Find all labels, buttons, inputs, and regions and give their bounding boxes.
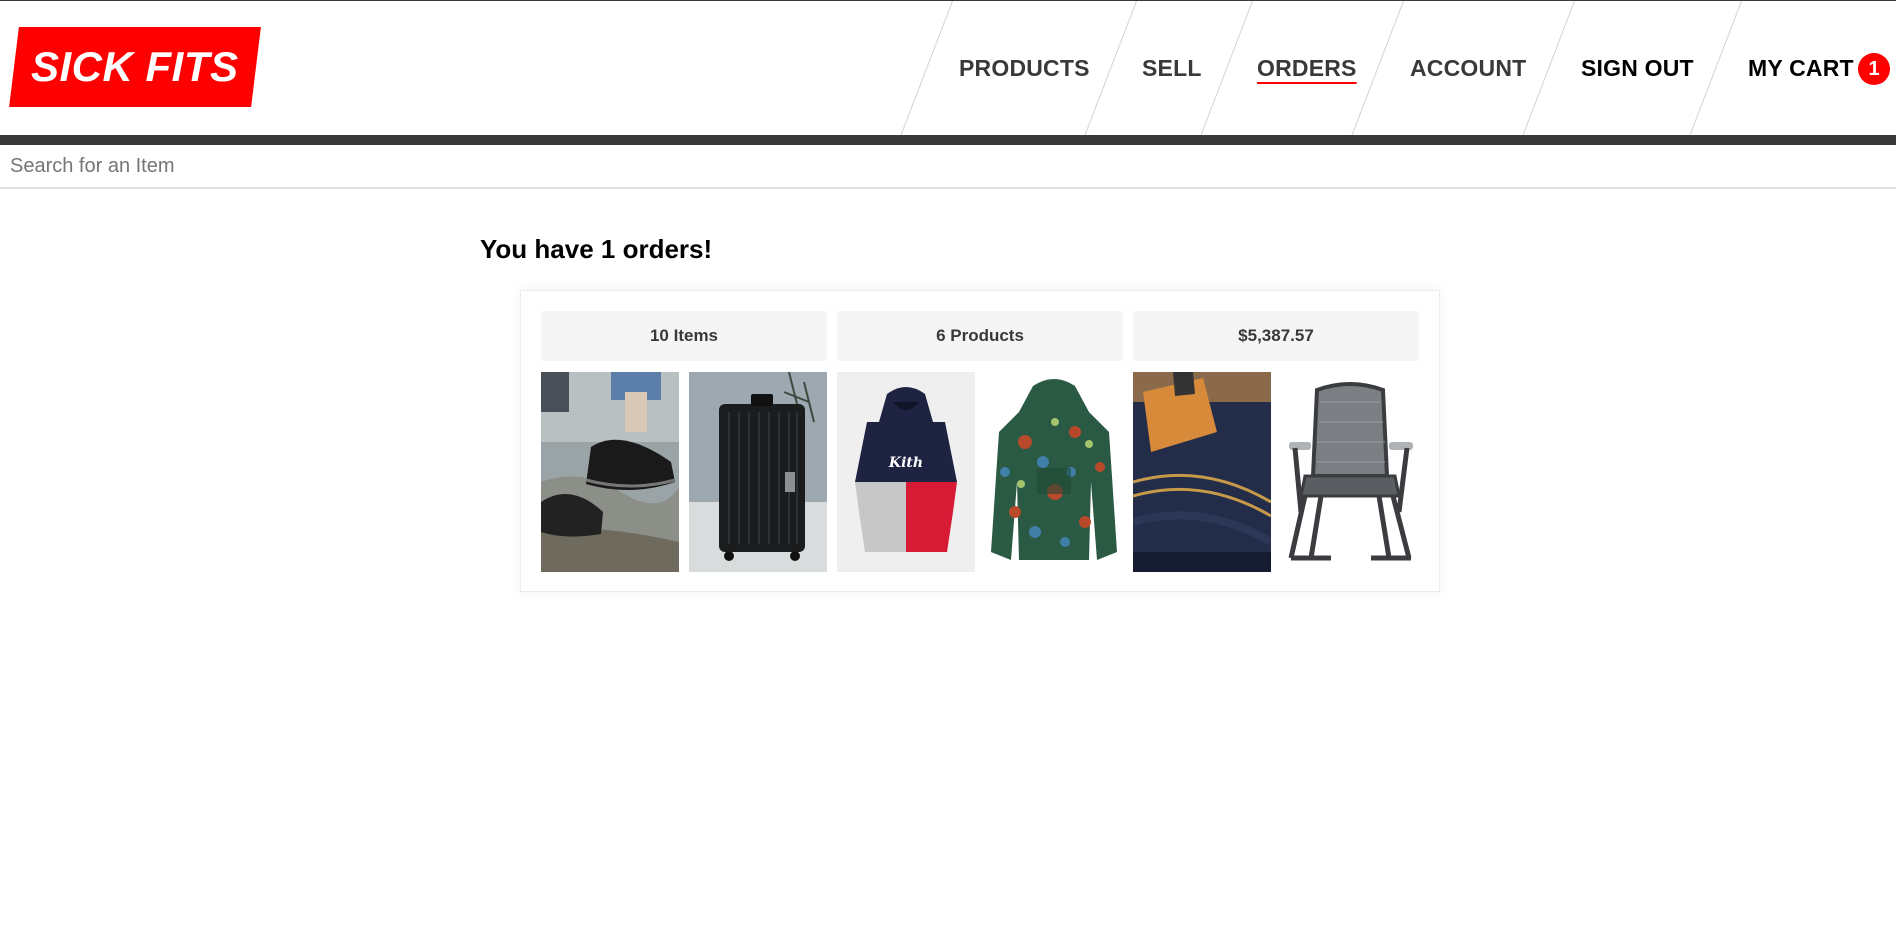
nav-products[interactable]: PRODUCTS [959, 55, 1090, 82]
nav-divider [1689, 1, 1742, 135]
suitcase-image [689, 372, 827, 572]
order-items-count: 10 Items [541, 311, 827, 361]
order-products-count: 6 Products [837, 311, 1123, 361]
search-input[interactable] [0, 145, 1896, 187]
nav-divider [1084, 1, 1137, 135]
nav-my-cart[interactable]: MY CART [1748, 55, 1854, 82]
nav-divider [900, 1, 953, 135]
header-divider [0, 135, 1896, 145]
sneakers-image [541, 372, 679, 572]
nav-account[interactable]: ACCOUNT [1410, 55, 1526, 82]
page-title: You have 1 orders! [480, 234, 713, 264]
cart-count-badge[interactable]: 1 [1858, 53, 1890, 85]
hoodie-image: Kith [837, 372, 975, 572]
nav-divider [1522, 1, 1575, 135]
nav-sell[interactable]: SELL [1142, 55, 1202, 82]
nav-divider [1200, 1, 1253, 135]
svg-text:Kith: Kith [888, 455, 923, 471]
site-header: SICK FITS PRODUCTS SELL ORDERS ACCOUNT S… [0, 1, 1896, 135]
folding-chair-image [1281, 372, 1419, 572]
nav-sign-out[interactable]: SIGN OUT [1581, 55, 1694, 82]
order-card[interactable]: 10 Items 6 Products $5,387.57 Kith [520, 290, 1440, 592]
floral-jacket-image [985, 372, 1123, 572]
search-bar [0, 145, 1896, 189]
nav-divider [1351, 1, 1404, 135]
denim-image [1133, 372, 1271, 572]
order-total: $5,387.57 [1133, 311, 1419, 361]
main-nav: PRODUCTS SELL ORDERS ACCOUNT SIGN OUT MY… [0, 1, 1896, 135]
nav-orders[interactable]: ORDERS [1257, 55, 1357, 82]
